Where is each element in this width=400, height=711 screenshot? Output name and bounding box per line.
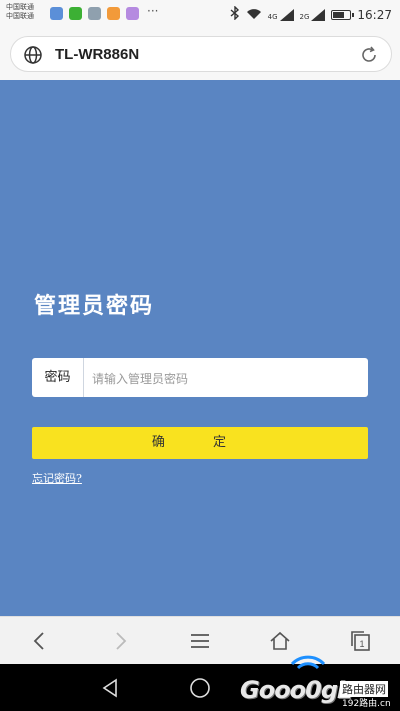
status-bar: 中国联通 中国联通 ··· 4G 2G 16:27 [0, 0, 400, 28]
confirm-button[interactable]: 确 定 [32, 427, 368, 459]
login-panel: 管理员密码 密码 确 定 忘记密码? [0, 80, 400, 616]
wifi-logo-icon [290, 655, 326, 670]
clock: 16:27 [357, 8, 392, 22]
network-1-label: 4G [267, 13, 278, 21]
forward-icon[interactable] [108, 629, 132, 653]
menu-icon[interactable] [188, 629, 212, 653]
watermark-domain: 192路由.cn [342, 699, 391, 709]
network-2-label: 2G [299, 13, 310, 21]
password-input[interactable] [90, 363, 364, 394]
system-back-icon[interactable] [98, 676, 122, 700]
watermark-site: 路由器网 [340, 681, 388, 697]
signal-2-icon [311, 9, 326, 21]
reload-icon[interactable] [359, 45, 379, 65]
status-right: 4G 2G 16:27 [230, 5, 392, 24]
battery-icon [331, 10, 355, 20]
address-bar[interactable]: TL-WR886N [10, 36, 392, 72]
browser-toolbar: TL-WR886N [0, 28, 400, 80]
globe-icon [24, 46, 42, 64]
wechat-icon [69, 7, 82, 20]
signal-1: 4G [268, 9, 294, 21]
battery-level [333, 12, 345, 18]
signal-1-icon [279, 9, 294, 21]
app-icon-5 [126, 7, 139, 20]
gallery-icon [88, 7, 101, 20]
page-title: 管理员密码 [34, 293, 155, 319]
password-row: 密码 [32, 358, 368, 397]
more-notifications: ··· [147, 4, 159, 18]
url-text[interactable]: TL-WR886N [55, 46, 139, 63]
app-icon-4 [107, 7, 120, 20]
wifi-icon [246, 8, 262, 23]
back-icon[interactable] [28, 629, 52, 653]
watermark: Gooo0gL 路由器网 192路由.cn [240, 650, 400, 711]
notification-icons [50, 7, 139, 20]
forgot-password-link[interactable]: 忘记密码? [32, 470, 82, 486]
app-icon-1 [50, 7, 63, 20]
svg-text:1: 1 [359, 639, 364, 649]
watermark-logo: Gooo0gL [240, 676, 352, 704]
signal-2: 2G [300, 9, 326, 21]
password-label: 密码 [32, 358, 84, 397]
carrier-info: 中国联通 中国联通 [6, 3, 34, 21]
carrier-1: 中国联通 [6, 3, 34, 11]
bluetooth-icon [230, 5, 240, 24]
carrier-2: 中国联通 [6, 12, 34, 20]
system-home-icon[interactable] [188, 676, 212, 700]
